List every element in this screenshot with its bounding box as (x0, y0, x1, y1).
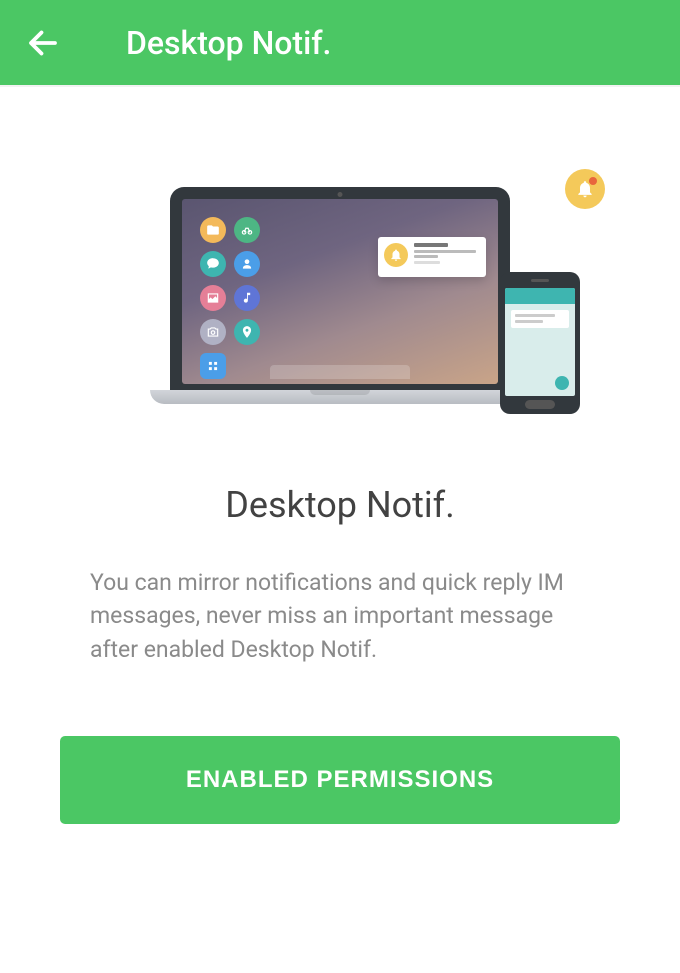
laptop-graphic (170, 187, 510, 404)
app-grid (200, 217, 260, 379)
bell-badge-icon (565, 169, 605, 209)
phone-screen (505, 288, 575, 396)
page-title: Desktop Notif. (126, 24, 331, 62)
back-arrow-icon[interactable] (25, 25, 61, 61)
app-header: Desktop Notif. (0, 0, 680, 85)
notification-dot-icon (589, 177, 597, 185)
fab-icon (555, 376, 569, 390)
bell-icon (384, 243, 408, 267)
location-icon (234, 319, 260, 345)
notification-card (378, 237, 486, 277)
phone-home-button (525, 400, 555, 409)
text-content: Desktop Notif. You can mirror notificati… (0, 444, 680, 666)
bike-icon (234, 217, 260, 243)
laptop-bezel (170, 187, 510, 390)
camera-icon (338, 192, 343, 197)
phone-msg-bubble (511, 310, 569, 328)
laptop-screen (182, 199, 498, 384)
music-icon (234, 285, 260, 311)
content-area: Desktop Notif. You can mirror notificati… (0, 87, 680, 973)
apps-icon (200, 353, 226, 379)
dock-icon (270, 365, 410, 379)
picture-icon (200, 285, 226, 311)
laptop-base (150, 390, 530, 404)
person-icon (234, 251, 260, 277)
phone-speaker (531, 279, 549, 282)
camera-app-icon (200, 319, 226, 345)
feature-description: You can mirror notifications and quick r… (90, 566, 590, 666)
phone-app-header (505, 288, 575, 304)
illustration (0, 87, 680, 444)
enable-permissions-button[interactable]: ENABLED PERMISSIONS (60, 736, 620, 824)
phone-graphic (500, 272, 580, 414)
notification-text-graphic (414, 243, 476, 271)
folder-icon (200, 217, 226, 243)
chat-icon (200, 251, 226, 277)
feature-title: Desktop Notif. (90, 484, 590, 526)
